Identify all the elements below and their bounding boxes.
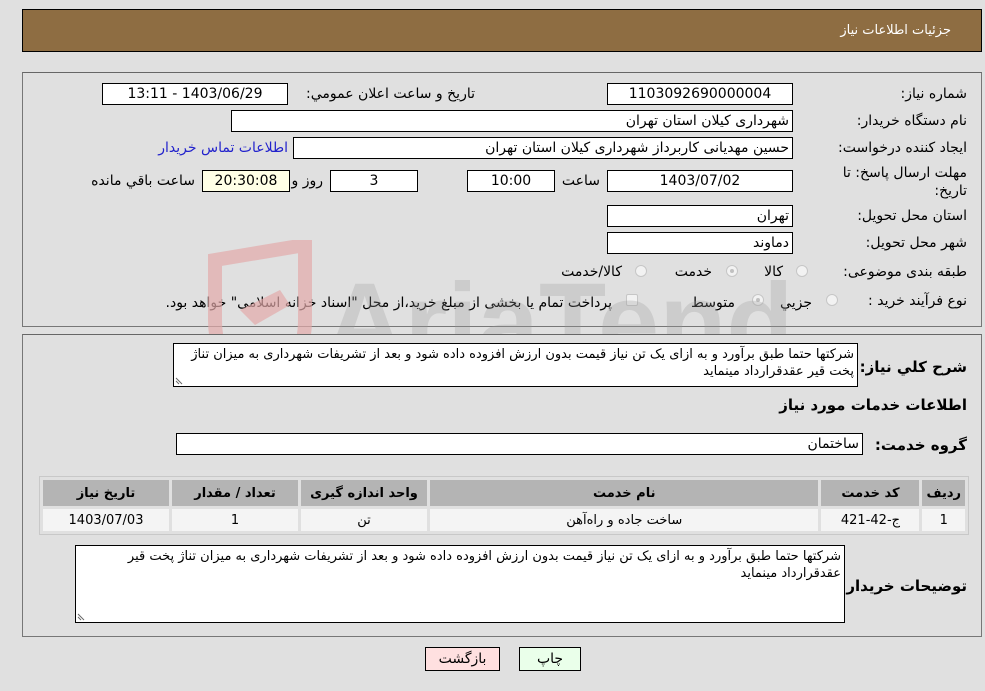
category-radio-goods[interactable] (796, 265, 808, 277)
requester-field[interactable]: حسین مهدیانی کاربرداز شهرداری کیلان استا… (293, 137, 793, 159)
announce-datetime-label: تاريخ و ساعت اعلان عمومي: (306, 86, 475, 102)
summary-text: شرکتها حتما طبق برآورد و به ازای یک تن ن… (191, 347, 854, 379)
need-number-field[interactable]: 1103092690000004 (607, 83, 793, 105)
page-header: جزئیات اطلاعات نیاز (22, 9, 982, 52)
page-title: جزئیات اطلاعات نیاز (840, 23, 951, 38)
deadline-time-field[interactable]: 10:00 (467, 170, 555, 192)
category-label: طبقه بندی موضوعی: (843, 264, 967, 280)
back-button[interactable]: بازگشت (425, 647, 500, 671)
summary-label: شرح کلي نياز: (859, 358, 967, 376)
col-service-code: کد خدمت (821, 480, 920, 506)
cell-service-code: ج-42-421 (821, 509, 920, 531)
time-remaining-label: ساعت باقي مانده (91, 173, 195, 189)
services-heading: اطلاعات خدمات مورد نياز (779, 396, 967, 414)
need-number-label: شماره نیاز: (900, 86, 968, 102)
col-unit: واحد اندازه گيری (301, 480, 427, 506)
treasury-checkbox[interactable] (626, 294, 638, 306)
notes-resize-grip-icon[interactable] (77, 611, 87, 621)
buyer-notes-label: توضيحات خريدار: (840, 577, 967, 595)
table-row: 1 ج-42-421 ساخت جاده و راه‌آهن تن 1 1403… (43, 509, 965, 531)
buyer-notes-textarea[interactable]: شرکتها حتما طبق برآورد و به ازای یک تن ن… (75, 545, 845, 623)
deadline-time-label: ساعت (561, 173, 600, 189)
purchase-option-medium: متوسط (691, 295, 735, 311)
buyer-contact-link[interactable]: اطلاعات تماس خريدار (158, 140, 288, 156)
cell-row-number: 1 (922, 509, 965, 531)
category-option-goods: کالا (764, 264, 783, 280)
buyer-org-field[interactable]: شهرداری کیلان استان تهران (231, 110, 793, 132)
category-option-service: خدمت (674, 264, 712, 280)
cell-service-name: ساخت جاده و راه‌آهن (430, 509, 819, 531)
delivery-city-field[interactable]: دماوند (607, 232, 793, 254)
cell-unit: تن (301, 509, 427, 531)
col-service-name: نام خدمت (430, 480, 819, 506)
delivery-province-label: استان محل تحويل: (857, 208, 967, 224)
col-row-number: رديف (922, 480, 965, 506)
service-group-label: گروه خدمت: (874, 436, 967, 454)
service-group-field[interactable]: ساختمان (176, 433, 863, 455)
purchase-radio-medium[interactable] (752, 294, 764, 306)
buyer-org-label: نام دستگاه خريدار: (856, 113, 967, 129)
cell-need-date: 1403/07/03 (43, 509, 169, 531)
treasury-note: پرداخت تمام يا بخشی از مبلغ خريد،از محل … (165, 295, 612, 311)
buyer-notes-text: شرکتها حتما طبق برآورد و به ازای یک تن ن… (127, 549, 841, 581)
category-option-goods-service: کالا/خدمت (561, 264, 622, 280)
cell-quantity: 1 (172, 509, 298, 531)
days-label: روز و (291, 173, 324, 189)
deadline-date-field[interactable]: 1403/07/02 (607, 170, 793, 192)
time-remaining-field: 20:30:08 (202, 170, 290, 192)
services-table: رديف کد خدمت نام خدمت واحد اندازه گيری ت… (39, 476, 969, 535)
requester-label: ايجاد کننده درخواست: (838, 140, 967, 156)
delivery-province-field[interactable]: تهران (607, 205, 793, 227)
deadline-label-line1: مهلت ارسال پاسخ: تا (842, 165, 967, 181)
category-radio-goods-service[interactable] (635, 265, 647, 277)
summary-textarea[interactable]: شرکتها حتما طبق برآورد و به ازای یک تن ن… (173, 343, 858, 387)
announce-datetime-field[interactable]: 1403/06/29 - 13:11 (102, 83, 288, 105)
summary-resize-grip-icon[interactable] (175, 375, 185, 385)
purchase-option-minor: جزيي (780, 295, 812, 311)
deadline-label-line2: تاريخ: (934, 183, 967, 199)
purchase-type-label: نوع فرآيند خريد : (868, 293, 967, 309)
col-need-date: تاريخ نياز (43, 480, 169, 506)
print-button[interactable]: چاپ (519, 647, 581, 671)
days-remaining-field[interactable]: 3 (330, 170, 418, 192)
col-quantity: تعداد / مقدار (172, 480, 298, 506)
table-header-row: رديف کد خدمت نام خدمت واحد اندازه گيری ت… (43, 480, 965, 506)
delivery-city-label: شهر محل تحويل: (865, 235, 967, 251)
category-radio-service[interactable] (726, 265, 738, 277)
purchase-radio-minor[interactable] (826, 294, 838, 306)
